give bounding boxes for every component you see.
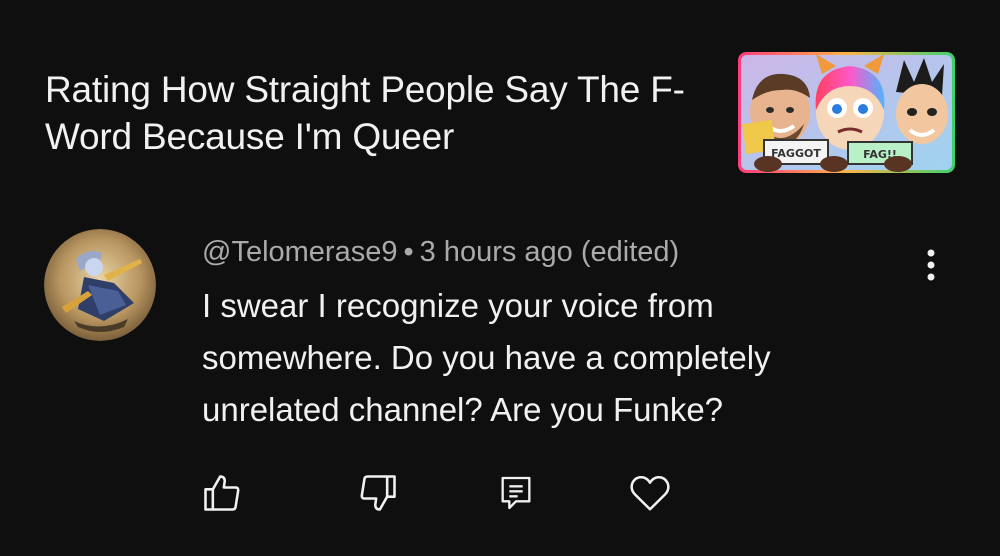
comment-timestamp: 3 hours ago (edited) <box>419 236 680 268</box>
thumbs-up-icon <box>204 475 240 511</box>
thumbs-down-icon <box>360 475 396 511</box>
thumbnail-sign-left: FAGGOT <box>771 147 821 160</box>
comment-author[interactable]: @Telomerase9 <box>202 236 397 268</box>
like-button[interactable] <box>194 465 250 521</box>
comment-text: I swear I recognize your voice from some… <box>202 287 771 428</box>
reply-button[interactable] <box>488 465 544 521</box>
comment: @Telomerase9 • 3 hours ago (edited) I swea… <box>0 215 1000 556</box>
comment-meta: @Telomerase9 • 3 hours ago (edited) <box>202 233 679 271</box>
video-header: Rating How Straight People Say The F-Wor… <box>0 0 1000 200</box>
more-options-button[interactable] <box>910 241 952 289</box>
comment-actions <box>0 465 1000 521</box>
meta-separator: • <box>403 236 414 268</box>
dislike-button[interactable] <box>350 465 406 521</box>
heart-icon <box>630 475 670 511</box>
reply-comment-icon <box>501 476 531 510</box>
heart-button[interactable] <box>622 465 678 521</box>
video-title[interactable]: Rating How Straight People Say The F-Wor… <box>45 66 705 160</box>
video-thumbnail[interactable]: FAGGOT FAG!! <box>738 52 955 173</box>
avatar[interactable] <box>44 229 156 341</box>
more-vertical-icon <box>927 249 935 281</box>
